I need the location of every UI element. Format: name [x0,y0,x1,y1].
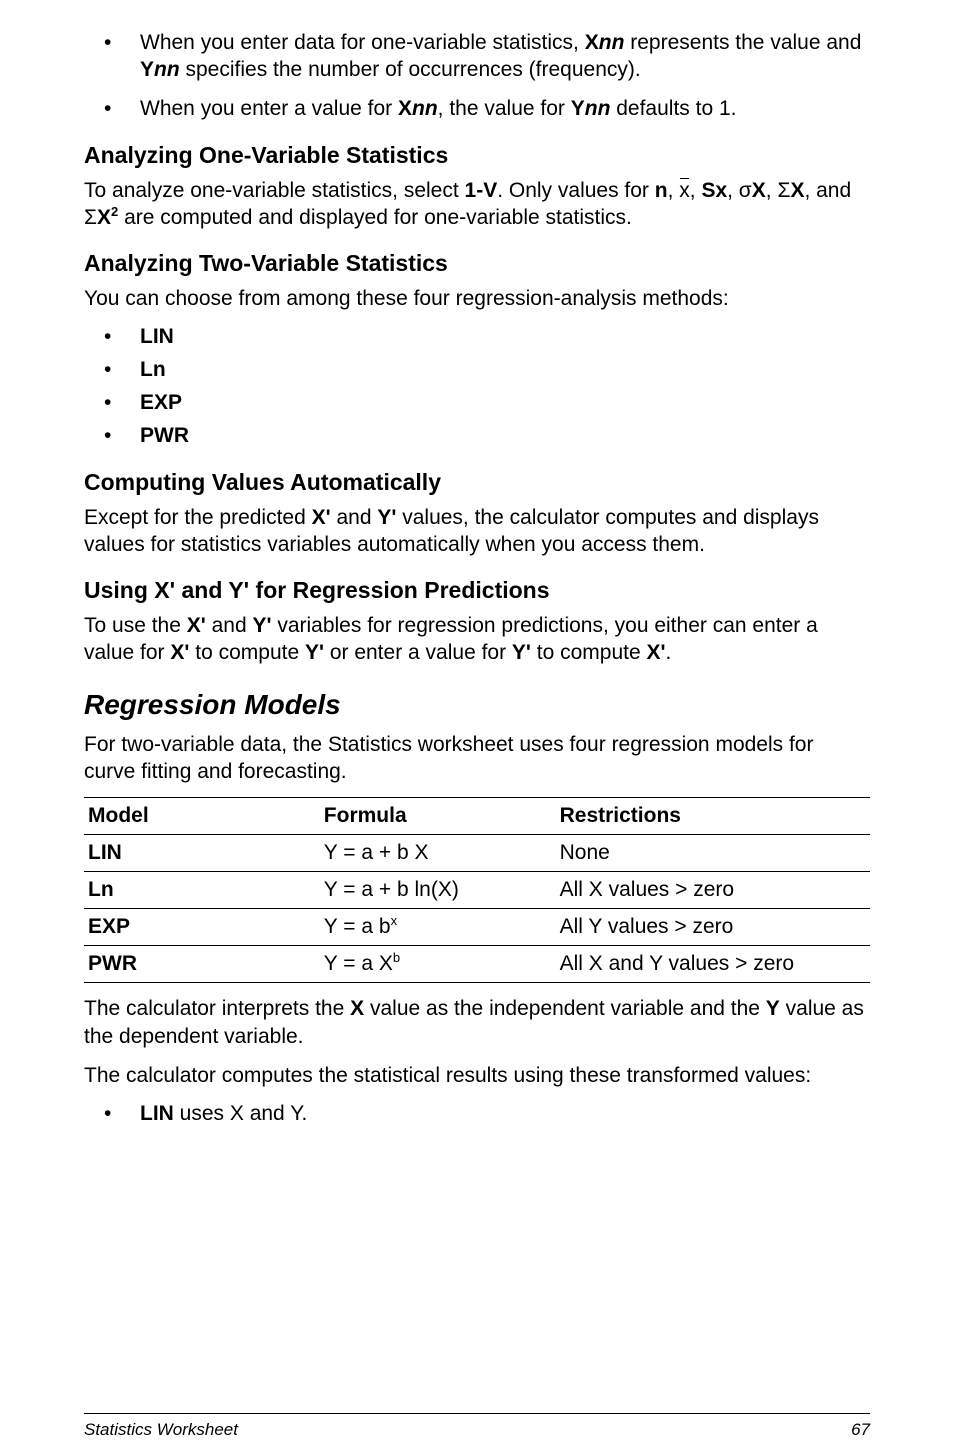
section-xy-title: Using X' and Y' for Regression Predictio… [84,576,870,606]
method-pwr: PWR [84,423,870,450]
section-auto-title: Computing Values Automatically [84,468,870,498]
section-two-var-title: Analyzing Two-Variable Statistics [84,249,870,279]
intro-bullet-1: When you enter data for one-variable sta… [84,30,870,84]
table-row: PWR Y = a Xb All X and Y values > zero [84,946,870,983]
models-table: Model Formula Restrictions LIN Y = a + b… [84,797,870,983]
footer-page-number: 67 [851,1420,870,1440]
th-model: Model [84,798,320,835]
intro-bullet-2: When you enter a value for Xnn, the valu… [84,96,870,123]
section-two-var-body: You can choose from among these four reg… [84,285,870,312]
method-lin: LIN [84,324,870,351]
section-auto-body: Except for the predicted X' and Y' value… [84,504,870,559]
regression-intro: For two-variable data, the Statistics wo… [84,731,870,786]
intro-bullet-list: When you enter data for one-variable sta… [84,30,870,123]
method-exp: EXP [84,390,870,417]
lin-uses: LIN uses X and Y. [84,1101,870,1128]
th-formula: Formula [320,798,556,835]
after-table-2: The calculator computes the statistical … [84,1062,870,1089]
table-row: Ln Y = a + b ln(X) All X values > zero [84,872,870,909]
after-table-1: The calculator interprets the X value as… [84,995,870,1050]
regression-models-title: Regression Models [84,689,870,721]
section-one-var-body: To analyze one-variable statistics, sele… [84,177,870,232]
footer-left: Statistics Worksheet [84,1420,238,1440]
table-row: EXP Y = a bx All Y values > zero [84,909,870,946]
table-row: LIN Y = a + b X None [84,835,870,872]
transformed-list: LIN uses X and Y. [84,1101,870,1128]
method-ln: Ln [84,357,870,384]
page-footer: Statistics Worksheet 67 [84,1413,870,1440]
section-xy-body: To use the X' and Y' variables for regre… [84,612,870,667]
th-restrictions: Restrictions [556,798,870,835]
method-list: LIN Ln EXP PWR [84,324,870,450]
section-one-var-title: Analyzing One-Variable Statistics [84,141,870,171]
